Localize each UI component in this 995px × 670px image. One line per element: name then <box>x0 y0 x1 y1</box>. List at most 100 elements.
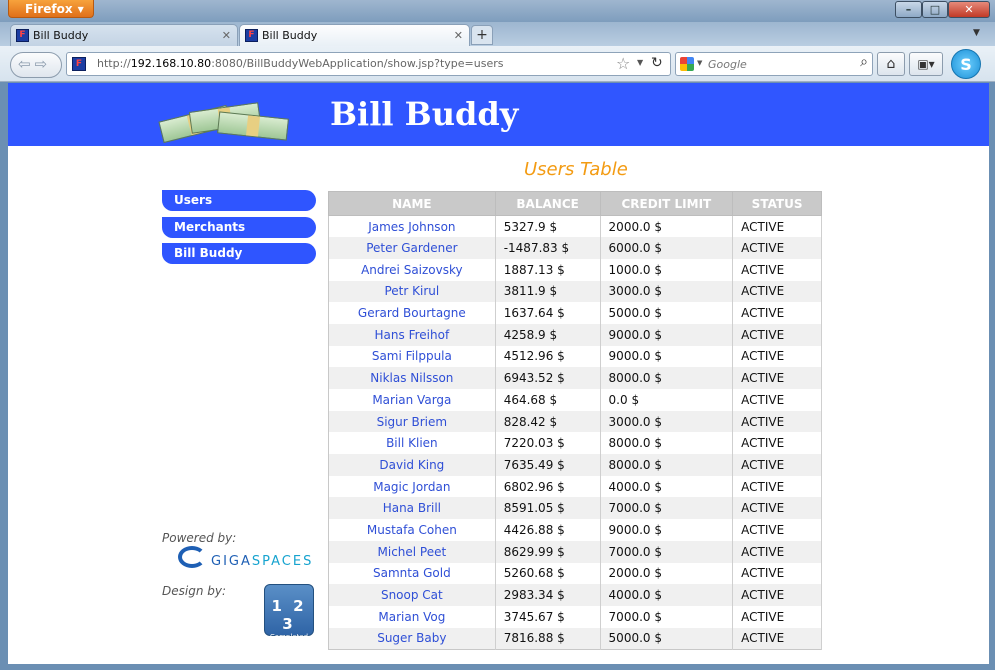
tab-label: Bill Buddy <box>33 29 89 42</box>
user-name-link[interactable]: David King <box>328 454 496 476</box>
site-favicon-icon: F <box>245 29 258 42</box>
user-name-link[interactable]: Suger Baby <box>328 627 496 650</box>
skype-icon[interactable]: S <box>951 49 981 79</box>
home-button[interactable]: ⌂ <box>877 52 905 76</box>
status-cell: ACTIVE <box>732 389 822 411</box>
balance-cell: 4426.88 $ <box>495 519 601 541</box>
search-icon[interactable]: ⌕ <box>860 54 868 70</box>
powered-by-label: Powered by: <box>162 531 237 545</box>
user-name-link[interactable]: Petr Kirul <box>328 280 496 303</box>
gigaspaces-wordmark: GIGASPACES <box>211 554 313 569</box>
user-name-link[interactable]: Hans Freihof <box>328 323 496 346</box>
window-titlebar: Firefox ▼ – □ ✕ <box>0 0 995 22</box>
tab-list-chevron-icon[interactable]: ▼ <box>973 28 980 38</box>
user-name-link[interactable]: Gerard Bourtagne <box>328 302 496 324</box>
history-dropdown-icon[interactable]: ▼ <box>637 58 643 67</box>
table-row: Hana Brill 8591.05 $7000.0 $ ACTIVE <box>328 497 822 520</box>
user-name-link[interactable]: Andrei Saizovsky <box>328 258 496 281</box>
tab-strip: F Bill Buddy ✕ F Bill Buddy ✕ + ▼ <box>0 22 995 46</box>
back-arrow-icon[interactable]: ⇦ <box>18 55 35 73</box>
user-name-link[interactable]: Marian Vog <box>328 605 496 628</box>
user-name-link[interactable]: Bill Klien <box>328 432 496 455</box>
close-icon[interactable]: ✕ <box>454 29 463 42</box>
user-name-link[interactable]: Mustafa Cohen <box>328 519 496 541</box>
status-cell: ACTIVE <box>732 627 822 650</box>
status-cell: ACTIVE <box>732 540 822 563</box>
credit-limit-cell: 2000.0 $ <box>600 562 734 585</box>
web-page: Bill Buddy Users Table Users Merchants B… <box>8 83 989 664</box>
status-cell: ACTIVE <box>732 497 822 520</box>
credit-limit-cell: 1000.0 $ <box>600 258 734 281</box>
close-window-button[interactable]: ✕ <box>948 1 990 18</box>
status-cell: ACTIVE <box>732 605 822 628</box>
status-cell: ACTIVE <box>732 584 822 606</box>
close-icon[interactable]: ✕ <box>222 29 231 42</box>
sidebar-item-users[interactable]: Users <box>162 190 316 211</box>
search-input[interactable]: Google <box>708 58 747 71</box>
balance-cell: 1637.64 $ <box>495 302 601 324</box>
badge-label: Completed <box>269 633 309 641</box>
user-name-link[interactable]: Niklas Nilsson <box>328 367 496 389</box>
bookmarks-button[interactable]: ▣▾ <box>909 52 943 76</box>
status-cell: ACTIVE <box>732 454 822 476</box>
new-tab-button[interactable]: + <box>471 25 493 45</box>
search-bar[interactable]: ▼ Google ⌕ <box>675 52 873 76</box>
user-name-link[interactable]: Magic Jordan <box>328 475 496 498</box>
url-text[interactable]: http://192.168.10.80:8080/BillBuddyWebAp… <box>97 57 504 70</box>
status-cell: ACTIVE <box>732 475 822 498</box>
site-header: Bill Buddy <box>8 83 989 146</box>
user-name-link[interactable]: Peter Gardener <box>328 237 496 259</box>
status-cell: ACTIVE <box>732 237 822 259</box>
url-host: 192.168.10.80 <box>130 57 212 70</box>
badge-number: 1 2 3 <box>271 597 307 633</box>
table-row: Snoop Cat 2983.34 $4000.0 $ ACTIVE <box>328 584 822 606</box>
credit-limit-cell: 5000.0 $ <box>600 302 734 324</box>
bookmark-star-icon[interactable]: ☆ <box>616 54 630 73</box>
firefox-menu-button[interactable]: Firefox ▼ <box>8 0 94 18</box>
table-header-row: NAME BALANCE CREDIT LIMIT STATUS <box>328 191 822 216</box>
user-name-link[interactable]: Michel Peet <box>328 540 496 563</box>
balance-cell: 3811.9 $ <box>495 280 601 303</box>
column-header-credit-limit: CREDIT LIMIT <box>599 191 734 216</box>
status-cell: ACTIVE <box>732 432 822 455</box>
user-name-link[interactable]: Hana Brill <box>328 497 496 520</box>
user-name-link[interactable]: James Johnson <box>328 215 496 238</box>
user-name-link[interactable]: Samnta Gold <box>328 562 496 585</box>
site-title: Bill Buddy <box>330 95 519 133</box>
maximize-button[interactable]: □ <box>922 1 948 18</box>
table-row: Sigur Briem 828.42 $3000.0 $ ACTIVE <box>328 410 822 433</box>
column-header-balance: BALANCE <box>494 191 601 216</box>
address-bar[interactable]: F http://192.168.10.80:8080/BillBuddyWeb… <box>66 52 671 76</box>
sidebar-item-merchants[interactable]: Merchants <box>162 216 316 238</box>
back-forward-buttons[interactable]: ⇦⇨ <box>10 52 62 78</box>
site-favicon-icon: F <box>16 29 29 42</box>
user-name-link[interactable]: Snoop Cat <box>328 584 496 606</box>
minimize-button[interactable]: – <box>895 1 922 18</box>
user-name-link[interactable]: Sigur Briem <box>328 410 496 433</box>
balance-cell: 6802.96 $ <box>495 475 601 498</box>
balance-cell: 8591.05 $ <box>495 497 601 520</box>
forward-arrow-icon[interactable]: ⇨ <box>35 55 52 73</box>
browser-tab[interactable]: F Bill Buddy ✕ <box>10 24 238 46</box>
user-name-link[interactable]: Marian Varga <box>328 389 496 411</box>
column-header-name: NAME <box>328 191 496 216</box>
users-table-body: James Johnson 5327.9 $2000.0 $ ACTIVE Peter… <box>328 215 822 650</box>
status-cell: ACTIVE <box>732 562 822 585</box>
balance-cell: 5260.68 $ <box>495 562 601 585</box>
sidebar-item-bill-buddy[interactable]: Bill Buddy <box>162 243 316 264</box>
table-row: Gerard Bourtagne 1637.64 $5000.0 $ ACTIVE <box>328 302 822 324</box>
reload-icon[interactable]: ↻ <box>651 55 663 71</box>
table-row: Marian Vog 3745.67 $7000.0 $ ACTIVE <box>328 605 822 628</box>
table-row: James Johnson 5327.9 $2000.0 $ ACTIVE <box>328 215 822 238</box>
search-engine-dropdown-icon[interactable]: ▼ <box>697 59 702 67</box>
home-icon: ⌂ <box>886 56 896 72</box>
balance-cell: 4258.9 $ <box>495 323 601 346</box>
column-header-status: STATUS <box>732 191 822 216</box>
sidebar-nav: Users Merchants Bill Buddy <box>162 190 316 270</box>
user-name-link[interactable]: Sami Filppula <box>328 345 496 368</box>
table-row: Sami Filppula 4512.96 $9000.0 $ ACTIVE <box>328 345 822 368</box>
browser-tab-active[interactable]: F Bill Buddy ✕ <box>239 24 470 46</box>
google-icon[interactable] <box>680 57 694 71</box>
balance-cell: 4512.96 $ <box>495 345 601 368</box>
credit-limit-cell: 0.0 $ <box>600 389 734 411</box>
